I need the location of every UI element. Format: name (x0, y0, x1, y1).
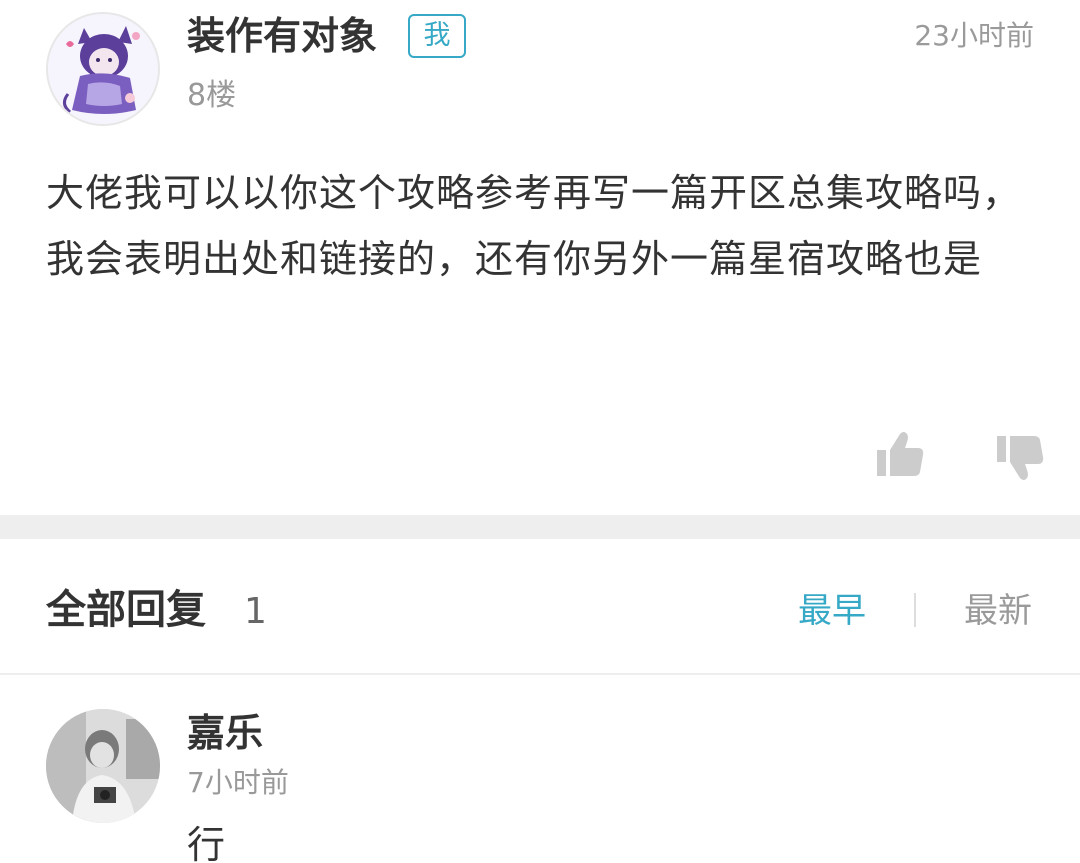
post-timestamp: 23小时前 (914, 19, 1034, 52)
reply-content: 行 (187, 823, 226, 863)
avatar-image (48, 14, 158, 124)
like-button[interactable] (874, 428, 926, 480)
avatar[interactable] (46, 12, 160, 126)
sort-earliest-tab[interactable]: 最早 (798, 587, 866, 635)
replies-title: 全部回复 (46, 587, 206, 633)
dislike-button[interactable] (994, 432, 1046, 484)
thumbs-up-icon (877, 432, 924, 476)
avatar-image (46, 709, 160, 823)
me-badge: 我 (408, 14, 466, 58)
main-post: 装作有对象 我 23小时前 8楼 大佬我可以以你这个攻略参考再写一篇开区总集攻略… (0, 0, 1080, 515)
reply-item: 嘉乐 7小时前 行 (0, 677, 1080, 863)
comment-detail-page: 装作有对象 我 23小时前 8楼 大佬我可以以你这个攻略参考再写一篇开区总集攻略… (0, 0, 1080, 863)
sort-newest-tab[interactable]: 最新 (964, 587, 1032, 635)
section-divider (0, 515, 1080, 539)
reply-timestamp: 7小时前 (187, 766, 289, 799)
replies-header: 全部回复 1 最早 最新 (0, 539, 1080, 675)
post-author-name[interactable]: 装作有对象 (187, 10, 377, 62)
thumbs-down-icon (997, 436, 1044, 480)
avatar[interactable] (46, 709, 160, 823)
post-content: 大佬我可以以你这个攻略参考再写一篇开区总集攻略吗，我会表明出处和链接的，还有你另… (46, 171, 1022, 281)
floor-number: 8楼 (187, 78, 237, 113)
sort-separator (914, 593, 916, 627)
replies-count: 1 (244, 591, 267, 632)
reply-author-name[interactable]: 嘉乐 (187, 707, 263, 759)
